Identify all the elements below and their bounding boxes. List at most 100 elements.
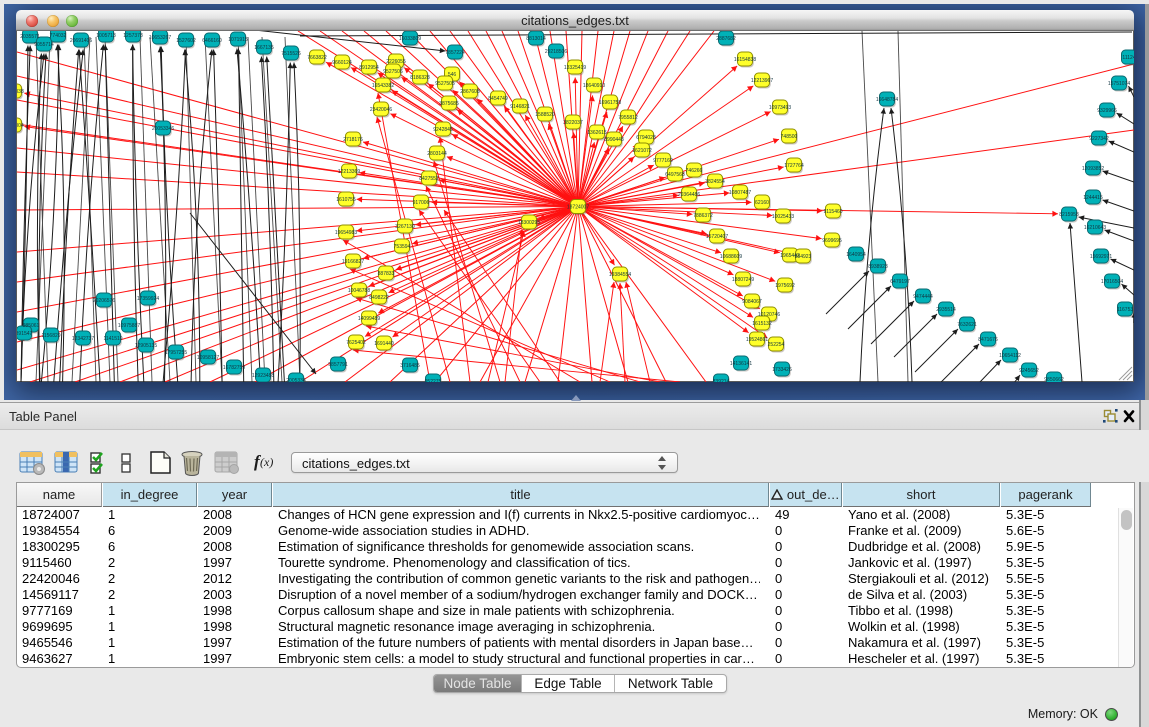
svg-text:1975692: 1975692 [775,283,795,289]
svg-text:9527506: 9527506 [383,69,403,75]
svg-text:8912954: 8912954 [359,65,379,71]
svg-text:12923488: 12923488 [252,373,274,379]
svg-text:12213369: 12213369 [338,169,360,175]
svg-text:1615132: 1615132 [752,321,772,327]
svg-text:9474444: 9474444 [913,294,933,300]
svg-text:10688609: 10688609 [720,254,742,260]
svg-text:15720407: 15720407 [706,234,728,240]
svg-text:884923: 884923 [795,254,812,260]
svg-text:1005713: 1005713 [96,33,116,39]
svg-text:116753: 116753 [1117,307,1134,313]
svg-text:1691440: 1691440 [374,341,394,347]
svg-text:9115460: 9115460 [823,209,842,215]
svg-text:2867608: 2867608 [460,89,480,95]
svg-text:9699695: 9699695 [822,238,842,244]
svg-text:2718176: 2718176 [343,137,363,143]
svg-text:8186328: 8186328 [410,75,430,81]
svg-text:12093852: 12093852 [1082,166,1104,172]
svg-text:12342737: 12342737 [72,336,94,342]
svg-text:17957255: 17957255 [165,350,187,356]
svg-text:16648784: 16648784 [876,97,898,103]
svg-text:19654983: 19654983 [335,230,357,236]
svg-text:839214: 839214 [713,379,730,382]
svg-text:985061: 985061 [23,323,40,329]
svg-text:20053346: 20053346 [152,126,174,132]
svg-text:(x): (x) [260,455,273,469]
svg-text:9245652: 9245652 [1019,368,1039,374]
svg-text:3824554: 3824554 [705,179,725,185]
svg-text:11124: 11124 [1122,55,1134,61]
svg-text:9146821: 9146821 [510,104,530,110]
svg-text:14136141: 14136141 [730,361,752,367]
svg-text:17016504: 17016504 [1101,279,1123,285]
svg-text:15751074: 15751074 [1108,81,1130,87]
svg-text:1640954: 1640954 [846,252,866,258]
svg-text:1071915: 1071915 [228,37,248,43]
svg-text:2035571: 2035571 [20,34,40,40]
svg-text:887833: 887833 [378,271,395,277]
svg-text:2887682: 2887682 [716,36,736,42]
svg-text:62160: 62160 [755,200,769,206]
svg-text:1588520: 1588520 [535,112,555,118]
svg-text:8215958: 8215958 [1059,212,1079,218]
svg-text:9857791: 9857791 [328,362,348,368]
svg-text:7857224: 7857224 [445,50,465,56]
svg-text:16210643: 16210643 [1084,225,1106,231]
svg-text:14099489: 14099489 [358,316,380,322]
svg-text:1362615: 1362615 [587,130,607,136]
svg-text:746266: 746266 [686,168,703,174]
svg-text:1610755: 1610755 [336,197,356,203]
svg-text:7955812: 7955812 [618,115,638,121]
svg-text:748500: 748500 [781,134,798,140]
svg-text:9527505: 9527505 [435,81,455,87]
svg-text:19524861: 19524861 [746,337,768,343]
svg-text:8938923: 8938923 [868,264,888,270]
svg-text:16543382: 16543382 [372,83,394,89]
svg-text:9055714: 9055714 [34,42,54,48]
svg-text:8454749: 8454749 [488,96,508,102]
svg-text:10046788: 10046788 [348,288,370,294]
svg-text:10025433: 10025433 [772,214,794,220]
svg-text:9777169: 9777169 [653,158,673,164]
svg-text:1141519: 1141519 [103,336,122,342]
svg-text:3267130: 3267130 [395,224,415,230]
svg-text:2226055: 2226055 [386,59,406,65]
svg-text:1156829: 1156829 [41,333,60,339]
svg-text:1527602: 1527602 [176,38,196,44]
svg-text:13325419: 13325419 [564,65,586,71]
svg-text:10973493: 10973493 [769,105,791,111]
svg-text:1667135: 1667135 [254,45,274,51]
svg-text:3822037: 3822037 [563,120,583,126]
svg-text:18300295: 18300295 [518,220,540,226]
svg-text:1727764: 1727764 [784,163,804,169]
svg-text:16033809: 16033809 [399,36,421,42]
svg-text:19166827: 19166827 [342,259,364,265]
svg-text:18807249: 18807249 [732,277,754,283]
svg-text:252254: 252254 [768,342,785,348]
svg-text:20691406: 20691406 [70,38,92,44]
svg-text:9329966: 9329966 [1097,108,1117,114]
svg-text:3716485: 3716485 [400,363,420,369]
svg-text:2005334: 2005334 [286,378,306,382]
svg-text:9227342: 9227342 [1089,136,1109,142]
svg-text:12905135: 12905135 [135,343,157,349]
svg-text:2342004: 2342004 [17,123,24,129]
svg-text:7663822: 7663822 [307,55,327,61]
svg-text:19384554: 19384554 [609,272,631,278]
svg-text:10653267: 10653267 [149,35,171,41]
svg-text:1257378: 1257378 [123,33,143,39]
svg-text:8813014: 8813014 [526,36,546,42]
svg-text:10807487: 10807487 [729,190,751,196]
svg-text:1244415: 1244415 [1083,195,1103,201]
svg-text:15692971: 15692971 [1090,254,1112,260]
svg-text:18724007: 18724007 [567,205,589,211]
svg-text:6479197: 6479197 [890,279,910,285]
svg-text:12213967: 12213967 [751,78,773,84]
svg-text:1621072: 1621072 [632,148,652,154]
svg-text:6466160: 6466160 [202,38,222,44]
svg-text:7886372: 7886372 [693,213,713,219]
svg-text:9084067: 9084067 [742,299,762,305]
svg-text:6794028: 6794028 [636,135,656,141]
svg-text:10120746: 10120746 [758,312,780,318]
svg-text:7515526: 7515526 [281,51,301,57]
